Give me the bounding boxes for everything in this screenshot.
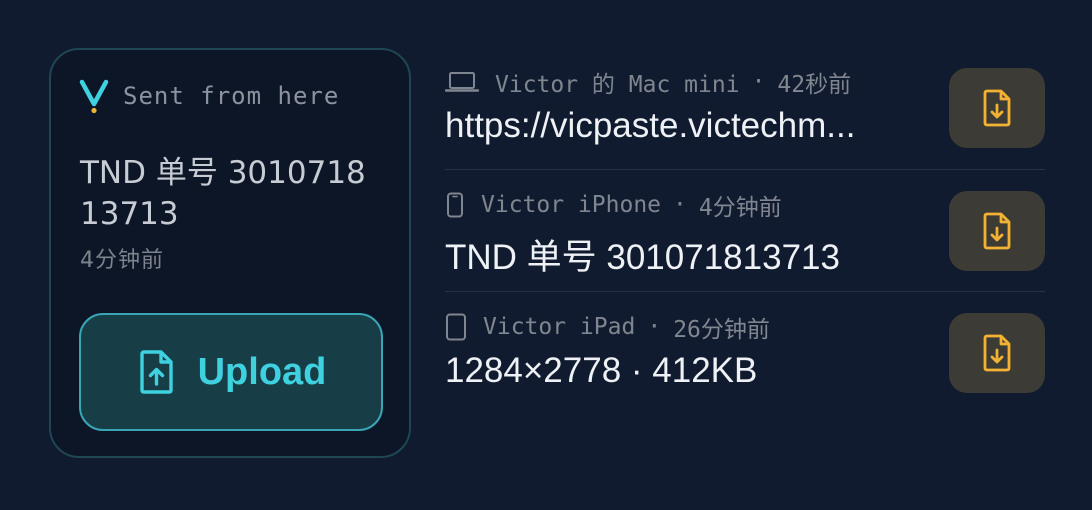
clip-text: TND 单号 301071813713 [445,238,840,277]
clip-meta: Victor iPad · 26分钟前 [445,310,770,344]
clip-item[interactable]: Victor iPhone · 4分钟前 TND 单号 301071813713 [445,169,1045,291]
clip-time: 4分钟前 [698,195,782,221]
laptop-icon [445,72,479,92]
clip-text: 1284×2778 · 412KB [445,351,758,390]
tablet-icon [446,313,466,341]
clip-time: 26分钟前 [673,317,770,343]
clip-meta: Victor 的 Mac mini · 42秒前 [445,65,851,99]
sent-card-header: Sent from here [79,78,339,114]
sent-from-here-label: Sent from here [123,82,340,110]
phone-icon [447,192,463,218]
clip-item[interactable]: Victor iPad · 26分钟前 1284×2778 · 412KB [445,291,1045,413]
clip-device-name: Victor iPhone [481,192,662,218]
file-download-icon [983,334,1011,372]
file-download-icon [983,89,1011,127]
app-logo-icon [79,79,109,114]
sent-from-here-card: Sent from here TND 单号 301071813713 4分钟前 … [49,48,411,458]
download-button[interactable] [949,313,1045,393]
meta-separator: · [751,69,766,95]
clip-time: 42秒前 [777,72,852,98]
sent-clip-time: 4分钟前 [80,248,164,273]
file-upload-icon [139,350,173,394]
download-button[interactable] [949,191,1045,271]
clip-device-name: Victor 的 Mac mini [495,72,740,98]
sent-clip-content: TND 单号 301071813713 [80,155,366,232]
meta-separator: · [647,314,662,340]
clip-item[interactable]: Victor 的 Mac mini · 42秒前 https://vicpast… [445,47,1045,169]
file-download-icon [983,212,1011,250]
clip-text: https://vicpaste.victechm... [445,106,856,145]
meta-separator: · [673,192,687,218]
clip-meta: Victor iPhone · 4分钟前 [445,188,782,222]
download-button[interactable] [949,68,1045,148]
clipboard-sync-widget: Sent from here TND 单号 301071813713 4分钟前 … [0,0,1092,510]
upload-label: Upload [197,350,327,393]
upload-button[interactable]: Upload [79,313,383,431]
clip-device-name: Victor iPad [483,314,636,340]
clip-list: Victor 的 Mac mini · 42秒前 https://vicpast… [445,47,1045,413]
